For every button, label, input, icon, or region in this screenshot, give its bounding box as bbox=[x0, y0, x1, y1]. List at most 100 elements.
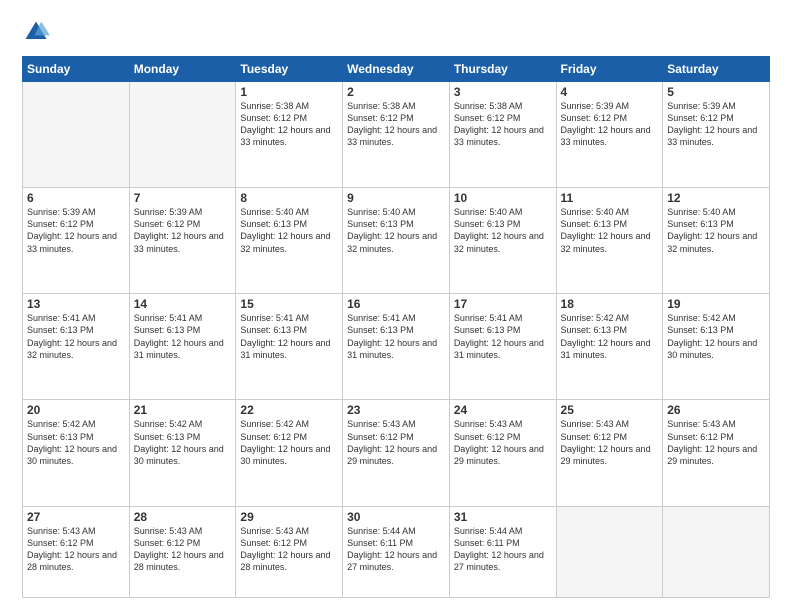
day-number: 27 bbox=[27, 510, 125, 524]
calendar-cell: 18Sunrise: 5:42 AM Sunset: 6:13 PM Dayli… bbox=[556, 294, 663, 400]
day-number: 12 bbox=[667, 191, 765, 205]
day-info: Sunrise: 5:42 AM Sunset: 6:13 PM Dayligh… bbox=[561, 312, 659, 361]
calendar-day-header: Saturday bbox=[663, 57, 770, 82]
day-info: Sunrise: 5:39 AM Sunset: 6:12 PM Dayligh… bbox=[667, 100, 765, 149]
calendar-cell: 25Sunrise: 5:43 AM Sunset: 6:12 PM Dayli… bbox=[556, 400, 663, 506]
day-number: 31 bbox=[454, 510, 552, 524]
day-number: 5 bbox=[667, 85, 765, 99]
day-info: Sunrise: 5:41 AM Sunset: 6:13 PM Dayligh… bbox=[454, 312, 552, 361]
day-info: Sunrise: 5:42 AM Sunset: 6:13 PM Dayligh… bbox=[134, 418, 232, 467]
calendar-table: SundayMondayTuesdayWednesdayThursdayFrid… bbox=[22, 56, 770, 598]
calendar-cell: 28Sunrise: 5:43 AM Sunset: 6:12 PM Dayli… bbox=[129, 506, 236, 597]
calendar-cell: 17Sunrise: 5:41 AM Sunset: 6:13 PM Dayli… bbox=[449, 294, 556, 400]
day-number: 17 bbox=[454, 297, 552, 311]
day-number: 13 bbox=[27, 297, 125, 311]
day-info: Sunrise: 5:40 AM Sunset: 6:13 PM Dayligh… bbox=[561, 206, 659, 255]
calendar-cell: 24Sunrise: 5:43 AM Sunset: 6:12 PM Dayli… bbox=[449, 400, 556, 506]
calendar-cell: 14Sunrise: 5:41 AM Sunset: 6:13 PM Dayli… bbox=[129, 294, 236, 400]
day-info: Sunrise: 5:44 AM Sunset: 6:11 PM Dayligh… bbox=[347, 525, 445, 574]
calendar-cell: 22Sunrise: 5:42 AM Sunset: 6:12 PM Dayli… bbox=[236, 400, 343, 506]
day-number: 25 bbox=[561, 403, 659, 417]
calendar-cell: 21Sunrise: 5:42 AM Sunset: 6:13 PM Dayli… bbox=[129, 400, 236, 506]
day-info: Sunrise: 5:44 AM Sunset: 6:11 PM Dayligh… bbox=[454, 525, 552, 574]
calendar-week-row: 1 Sunrise: 5:38 AM Sunset: 6:12 PM Daylig… bbox=[23, 82, 770, 188]
day-number: 9 bbox=[347, 191, 445, 205]
day-info: Sunrise: 5:40 AM Sunset: 6:13 PM Dayligh… bbox=[240, 206, 338, 255]
calendar-day-header: Tuesday bbox=[236, 57, 343, 82]
day-info: Sunrise: 5:39 AM Sunset: 6:12 PM Dayligh… bbox=[561, 100, 659, 149]
day-number: 14 bbox=[134, 297, 232, 311]
page: SundayMondayTuesdayWednesdayThursdayFrid… bbox=[0, 0, 792, 612]
day-info: Sunrise: 5:43 AM Sunset: 6:12 PM Dayligh… bbox=[347, 418, 445, 467]
logo bbox=[22, 18, 54, 46]
day-info: Sunrise: 5:43 AM Sunset: 6:12 PM Dayligh… bbox=[27, 525, 125, 574]
calendar-cell: 30Sunrise: 5:44 AM Sunset: 6:11 PM Dayli… bbox=[343, 506, 450, 597]
day-info: Sunrise: 5:39 AM Sunset: 6:12 PM Dayligh… bbox=[134, 206, 232, 255]
calendar-cell: 20Sunrise: 5:42 AM Sunset: 6:13 PM Dayli… bbox=[23, 400, 130, 506]
calendar-cell: 23Sunrise: 5:43 AM Sunset: 6:12 PM Dayli… bbox=[343, 400, 450, 506]
day-info: Sunrise: 5:42 AM Sunset: 6:12 PM Dayligh… bbox=[240, 418, 338, 467]
calendar-cell: 16Sunrise: 5:41 AM Sunset: 6:13 PM Dayli… bbox=[343, 294, 450, 400]
calendar-cell bbox=[129, 82, 236, 188]
calendar-cell: 8Sunrise: 5:40 AM Sunset: 6:13 PM Daylig… bbox=[236, 188, 343, 294]
calendar-cell: 26Sunrise: 5:43 AM Sunset: 6:12 PM Dayli… bbox=[663, 400, 770, 506]
calendar-cell: 27Sunrise: 5:43 AM Sunset: 6:12 PM Dayli… bbox=[23, 506, 130, 597]
calendar-week-row: 6Sunrise: 5:39 AM Sunset: 6:12 PM Daylig… bbox=[23, 188, 770, 294]
day-number: 26 bbox=[667, 403, 765, 417]
day-number: 24 bbox=[454, 403, 552, 417]
day-number: 19 bbox=[667, 297, 765, 311]
calendar-cell: 19Sunrise: 5:42 AM Sunset: 6:13 PM Dayli… bbox=[663, 294, 770, 400]
day-info: Sunrise: 5:40 AM Sunset: 6:13 PM Dayligh… bbox=[347, 206, 445, 255]
calendar-cell: 1Sunrise: 5:38 AM Sunset: 6:12 PM Daylig… bbox=[236, 82, 343, 188]
day-info: Sunrise: 5:40 AM Sunset: 6:13 PM Dayligh… bbox=[454, 206, 552, 255]
day-number: 8 bbox=[240, 191, 338, 205]
day-info: Sunrise: 5:39 AM Sunset: 6:12 PM Dayligh… bbox=[27, 206, 125, 255]
day-info: Sunrise: 5:41 AM Sunset: 6:13 PM Dayligh… bbox=[240, 312, 338, 361]
day-number: 7 bbox=[134, 191, 232, 205]
calendar-day-header: Thursday bbox=[449, 57, 556, 82]
calendar-header-row: SundayMondayTuesdayWednesdayThursdayFrid… bbox=[23, 57, 770, 82]
calendar-day-header: Wednesday bbox=[343, 57, 450, 82]
calendar-cell bbox=[663, 506, 770, 597]
day-number: 2 bbox=[347, 85, 445, 99]
day-number: 4 bbox=[561, 85, 659, 99]
calendar-cell: 15Sunrise: 5:41 AM Sunset: 6:13 PM Dayli… bbox=[236, 294, 343, 400]
calendar-cell: 6Sunrise: 5:39 AM Sunset: 6:12 PM Daylig… bbox=[23, 188, 130, 294]
calendar-cell: 9Sunrise: 5:40 AM Sunset: 6:13 PM Daylig… bbox=[343, 188, 450, 294]
day-info: Sunrise: 5:43 AM Sunset: 6:12 PM Dayligh… bbox=[240, 525, 338, 574]
calendar-cell bbox=[556, 506, 663, 597]
day-number: 11 bbox=[561, 191, 659, 205]
day-number: 15 bbox=[240, 297, 338, 311]
day-number: 29 bbox=[240, 510, 338, 524]
day-info: Sunrise: 5:43 AM Sunset: 6:12 PM Dayligh… bbox=[134, 525, 232, 574]
calendar-cell bbox=[23, 82, 130, 188]
calendar-day-header: Sunday bbox=[23, 57, 130, 82]
day-info: Sunrise: 5:42 AM Sunset: 6:13 PM Dayligh… bbox=[667, 312, 765, 361]
day-info: Sunrise: 5:43 AM Sunset: 6:12 PM Dayligh… bbox=[667, 418, 765, 467]
calendar-cell: 7Sunrise: 5:39 AM Sunset: 6:12 PM Daylig… bbox=[129, 188, 236, 294]
day-number: 30 bbox=[347, 510, 445, 524]
day-info: Sunrise: 5:41 AM Sunset: 6:13 PM Dayligh… bbox=[27, 312, 125, 361]
calendar-cell: 29Sunrise: 5:43 AM Sunset: 6:12 PM Dayli… bbox=[236, 506, 343, 597]
day-number: 18 bbox=[561, 297, 659, 311]
header bbox=[22, 18, 770, 46]
calendar-cell: 12Sunrise: 5:40 AM Sunset: 6:13 PM Dayli… bbox=[663, 188, 770, 294]
day-info: Sunrise: 5:43 AM Sunset: 6:12 PM Dayligh… bbox=[454, 418, 552, 467]
day-number: 1 bbox=[240, 85, 338, 99]
day-number: 22 bbox=[240, 403, 338, 417]
calendar-cell: 3Sunrise: 5:38 AM Sunset: 6:12 PM Daylig… bbox=[449, 82, 556, 188]
day-number: 6 bbox=[27, 191, 125, 205]
day-number: 23 bbox=[347, 403, 445, 417]
day-info: Sunrise: 5:40 AM Sunset: 6:13 PM Dayligh… bbox=[667, 206, 765, 255]
day-number: 20 bbox=[27, 403, 125, 417]
day-number: 28 bbox=[134, 510, 232, 524]
calendar-cell: 5Sunrise: 5:39 AM Sunset: 6:12 PM Daylig… bbox=[663, 82, 770, 188]
day-number: 10 bbox=[454, 191, 552, 205]
calendar-cell: 31Sunrise: 5:44 AM Sunset: 6:11 PM Dayli… bbox=[449, 506, 556, 597]
calendar-week-row: 13Sunrise: 5:41 AM Sunset: 6:13 PM Dayli… bbox=[23, 294, 770, 400]
calendar-cell: 13Sunrise: 5:41 AM Sunset: 6:13 PM Dayli… bbox=[23, 294, 130, 400]
day-info: Sunrise: 5:41 AM Sunset: 6:13 PM Dayligh… bbox=[347, 312, 445, 361]
day-info: Sunrise: 5:41 AM Sunset: 6:13 PM Dayligh… bbox=[134, 312, 232, 361]
day-info: Sunrise: 5:38 AM Sunset: 6:12 PM Dayligh… bbox=[454, 100, 552, 149]
calendar-cell: 11Sunrise: 5:40 AM Sunset: 6:13 PM Dayli… bbox=[556, 188, 663, 294]
